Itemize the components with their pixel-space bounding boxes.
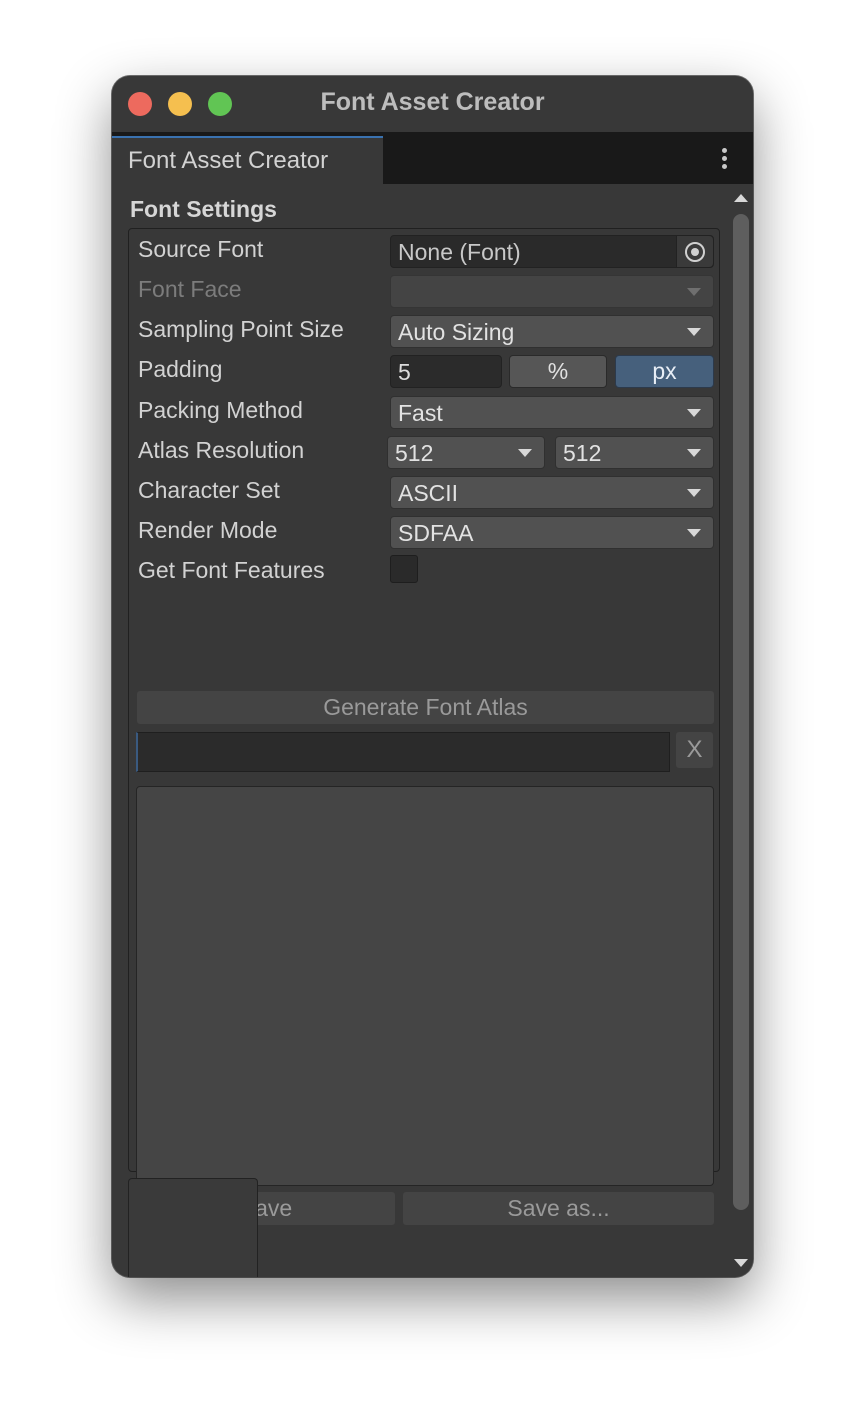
padding-input[interactable]: 5 — [390, 355, 502, 388]
scroll-down-icon[interactable] — [734, 1259, 748, 1267]
atlas-resolution-label: Atlas Resolution — [138, 437, 305, 463]
padding-px-button[interactable]: px — [615, 355, 714, 388]
padding-label: Padding — [138, 356, 223, 382]
padding-value: 5 — [398, 359, 411, 385]
font-settings-heading: Font Settings — [130, 196, 277, 222]
font-asset-creator-window: Font Asset Creator Font Asset Creator Fo… — [112, 76, 753, 1277]
tab-bar: Font Asset Creator — [112, 132, 753, 184]
atlas-width-value: 512 — [395, 440, 434, 466]
save-as-button[interactable]: Save as... — [403, 1192, 714, 1225]
generate-font-atlas-button[interactable]: Generate Font Atlas — [137, 691, 714, 724]
padding-percent-button[interactable]: % — [509, 355, 607, 388]
scrollbar-thumb[interactable] — [733, 214, 749, 1210]
texture-thumbnail — [128, 1178, 258, 1277]
sampling-point-size-value: Auto Sizing — [398, 319, 515, 345]
object-picker-icon[interactable] — [676, 236, 713, 267]
get-font-features-label: Get Font Features — [138, 557, 325, 583]
render-mode-label: Render Mode — [138, 517, 278, 543]
dropdown-arrow-icon — [687, 449, 701, 457]
atlas-height-value: 512 — [563, 440, 602, 466]
progress-bar — [136, 732, 670, 772]
scroll-up-icon[interactable] — [734, 194, 748, 202]
sampling-point-size-label: Sampling Point Size — [138, 316, 344, 342]
atlas-width-dropdown[interactable]: 512 — [387, 436, 545, 469]
font-face-label: Font Face — [138, 276, 242, 302]
source-font-label: Source Font — [138, 236, 264, 262]
character-set-label: Character Set — [138, 477, 280, 503]
editor-content: Font Settings Source Font None (Font) Fo… — [112, 184, 753, 1277]
dropdown-arrow-icon — [687, 288, 701, 296]
font-face-dropdown — [390, 275, 714, 308]
character-set-value: ASCII — [398, 480, 459, 506]
atlas-preview-area — [136, 786, 714, 1186]
vertical-scrollbar[interactable] — [728, 184, 753, 1277]
character-set-dropdown[interactable]: ASCII — [390, 476, 714, 509]
render-mode-value: SDFAA — [398, 520, 474, 546]
dropdown-arrow-icon — [518, 449, 532, 457]
more-options-icon[interactable] — [722, 148, 727, 170]
packing-method-label: Packing Method — [138, 397, 303, 423]
title-bar: Font Asset Creator — [112, 76, 753, 132]
dropdown-arrow-icon — [687, 328, 701, 336]
atlas-height-dropdown[interactable]: 512 — [555, 436, 714, 469]
dropdown-arrow-icon — [687, 489, 701, 497]
tab-label: Font Asset Creator — [128, 147, 329, 174]
source-font-field[interactable]: None (Font) — [390, 235, 714, 268]
sampling-point-size-dropdown[interactable]: Auto Sizing — [390, 315, 714, 348]
window-title: Font Asset Creator — [320, 88, 545, 116]
source-font-value: None (Font) — [398, 239, 521, 265]
get-font-features-checkbox[interactable] — [390, 555, 418, 583]
tab-font-asset-creator[interactable]: Font Asset Creator — [112, 136, 383, 184]
render-mode-dropdown[interactable]: SDFAA — [390, 516, 714, 549]
dropdown-arrow-icon — [687, 529, 701, 537]
dropdown-arrow-icon — [687, 409, 701, 417]
clear-button[interactable]: X — [676, 732, 713, 768]
packing-method-value: Fast — [398, 400, 443, 426]
packing-method-dropdown[interactable]: Fast — [390, 396, 714, 429]
